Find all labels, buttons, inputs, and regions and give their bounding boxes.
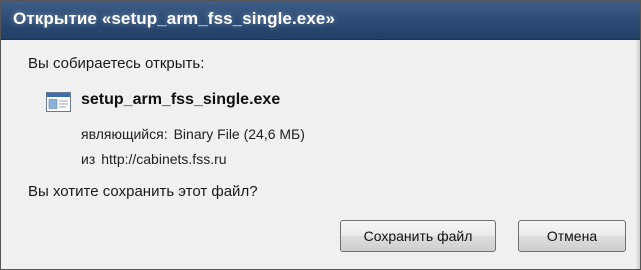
save-file-button[interactable]: Сохранить файл bbox=[340, 220, 496, 252]
cancel-button[interactable]: Отмена bbox=[518, 220, 626, 252]
file-source-label: из bbox=[81, 151, 96, 167]
file-type-row: являющийся: Binary File (24,6 МБ) bbox=[81, 126, 305, 142]
file-type-value: Binary File (24,6 МБ) bbox=[173, 126, 305, 142]
file-name: setup_arm_fss_single.exe bbox=[81, 91, 281, 108]
dialog-title: Открытие «setup_arm_fss_single.exe» bbox=[13, 9, 335, 28]
executable-file-icon bbox=[46, 92, 71, 112]
file-source-row: из http://cabinets.fss.ru bbox=[81, 151, 227, 167]
window-edge bbox=[636, 40, 640, 269]
title-bar[interactable]: Открытие «setup_arm_fss_single.exe» bbox=[1, 1, 640, 40]
download-dialog: Открытие «setup_arm_fss_single.exe» Вы с… bbox=[0, 0, 641, 270]
file-type-label: являющийся: bbox=[81, 126, 168, 142]
open-prompt-text: Вы собираетесь открыть: bbox=[28, 55, 205, 72]
save-question-text: Вы хотите сохранить этот файл? bbox=[28, 183, 258, 200]
file-source-url: http://cabinets.fss.ru bbox=[101, 151, 227, 167]
dialog-body: Вы собираетесь открыть: setup_arm_fss_si… bbox=[1, 40, 640, 269]
